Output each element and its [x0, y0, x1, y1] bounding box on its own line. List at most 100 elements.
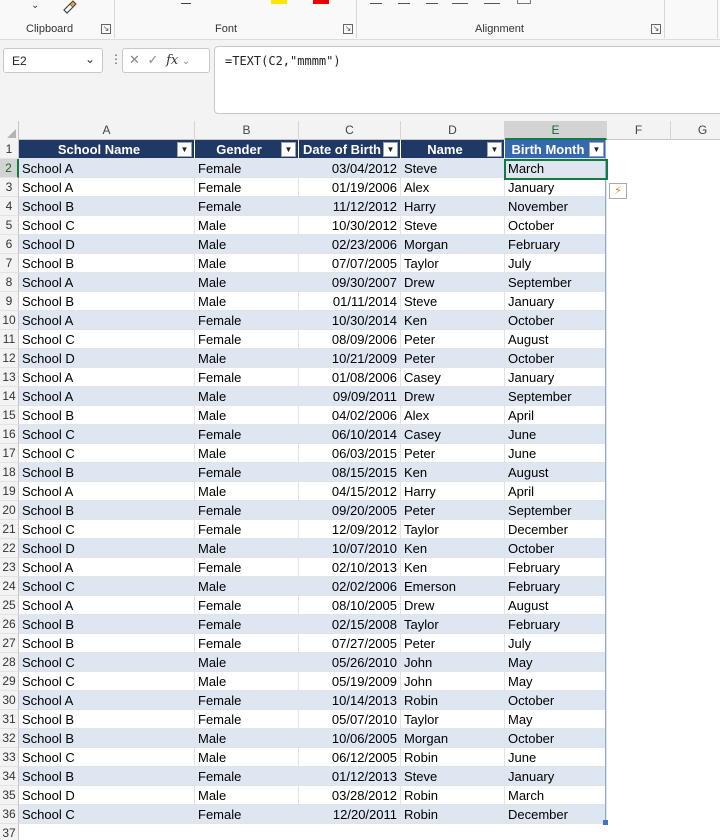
- table-cell[interactable]: 10/07/2010: [299, 539, 401, 558]
- table-cell[interactable]: 04/02/2006: [299, 406, 401, 425]
- table-cell[interactable]: Female: [195, 425, 299, 444]
- table-cell[interactable]: 07/27/2005: [299, 634, 401, 653]
- column-header-d[interactable]: D: [401, 121, 505, 140]
- row-header[interactable]: 10: [0, 311, 19, 330]
- table-cell[interactable]: October: [505, 539, 607, 558]
- table-cell[interactable]: School A: [19, 387, 195, 406]
- table-cell[interactable]: March: [505, 786, 607, 805]
- chevron-down-icon[interactable]: ⌄: [31, 0, 39, 11]
- table-cell[interactable]: 03/28/2012: [299, 786, 401, 805]
- table-cell[interactable]: School C: [19, 653, 195, 672]
- alignment-launcher-icon[interactable]: ↘: [651, 24, 661, 34]
- table-cell[interactable]: School A: [19, 558, 195, 577]
- row-header[interactable]: 37: [0, 824, 19, 840]
- table-cell[interactable]: 12/20/2011: [299, 805, 401, 824]
- column-header-f[interactable]: F: [607, 121, 671, 140]
- row-header[interactable]: 24: [0, 577, 19, 596]
- table-cell[interactable]: Steve: [401, 216, 505, 235]
- name-box[interactable]: E2 ⌄: [3, 48, 103, 73]
- font-color-icon[interactable]: [313, 0, 329, 4]
- table-cell[interactable]: Peter: [401, 330, 505, 349]
- table-cell[interactable]: Female: [195, 596, 299, 615]
- table-cell[interactable]: February: [505, 558, 607, 577]
- table-cell[interactable]: Female: [195, 311, 299, 330]
- column-header-a[interactable]: A: [19, 121, 195, 140]
- more-options-icon[interactable]: ⋮: [110, 52, 122, 66]
- table-cell[interactable]: October: [505, 349, 607, 368]
- table-cell[interactable]: Male: [195, 444, 299, 463]
- table-cell[interactable]: 09/30/2007: [299, 273, 401, 292]
- table-cell[interactable]: 05/26/2010: [299, 653, 401, 672]
- table-cell[interactable]: School C: [19, 425, 195, 444]
- table-cell[interactable]: June: [505, 748, 607, 767]
- table-cell[interactable]: Steve: [401, 292, 505, 311]
- table-cell[interactable]: 02/23/2006: [299, 235, 401, 254]
- table-cell[interactable]: School D: [19, 539, 195, 558]
- cancel-icon[interactable]: ✕: [129, 52, 140, 67]
- table-cell[interactable]: Drew: [401, 387, 505, 406]
- table-cell[interactable]: Morgan: [401, 235, 505, 254]
- row-header[interactable]: 9: [0, 292, 19, 311]
- table-cell[interactable]: 05/19/2009: [299, 672, 401, 691]
- table-cell[interactable]: School C: [19, 748, 195, 767]
- table-cell[interactable]: School C: [19, 444, 195, 463]
- table-cell[interactable]: August: [505, 463, 607, 482]
- table-cell[interactable]: Male: [195, 235, 299, 254]
- table-cell[interactable]: January: [505, 368, 607, 387]
- table-cell[interactable]: Male: [195, 786, 299, 805]
- table-cell[interactable]: School A: [19, 273, 195, 292]
- table-cell[interactable]: Steve: [401, 767, 505, 786]
- font-launcher-icon[interactable]: ↘: [343, 24, 353, 34]
- table-cell[interactable]: October: [505, 691, 607, 710]
- table-cell[interactable]: 01/19/2006: [299, 178, 401, 197]
- table-cell[interactable]: Drew: [401, 596, 505, 615]
- filter-dropdown-icon[interactable]: ▼: [487, 142, 502, 157]
- table-cell[interactable]: May: [505, 672, 607, 691]
- table-cell[interactable]: October: [505, 216, 607, 235]
- table-cell[interactable]: 09/09/2011: [299, 387, 401, 406]
- table-cell[interactable]: Male: [195, 748, 299, 767]
- table-cell[interactable]: School C: [19, 577, 195, 596]
- table-cell[interactable]: School B: [19, 292, 195, 311]
- row-header[interactable]: 31: [0, 710, 19, 729]
- row-header[interactable]: 15: [0, 406, 19, 425]
- table-cell[interactable]: June: [505, 425, 607, 444]
- row-header[interactable]: 22: [0, 539, 19, 558]
- row-header[interactable]: 13: [0, 368, 19, 387]
- table-cell[interactable]: Male: [195, 539, 299, 558]
- table-cell[interactable]: Female: [195, 520, 299, 539]
- table-cell[interactable]: Female: [195, 710, 299, 729]
- table-cell[interactable]: Peter: [401, 349, 505, 368]
- table-cell[interactable]: School A: [19, 596, 195, 615]
- chevron-down-icon[interactable]: ⌄: [85, 52, 95, 66]
- table-cell[interactable]: 08/15/2015: [299, 463, 401, 482]
- row-header[interactable]: 16: [0, 425, 19, 444]
- active-cell-selection[interactable]: [504, 159, 608, 180]
- table-cell[interactable]: Female: [195, 634, 299, 653]
- table-cell[interactable]: Taylor: [401, 520, 505, 539]
- table-cell[interactable]: School C: [19, 805, 195, 824]
- row-header[interactable]: 33: [0, 748, 19, 767]
- table-cell[interactable]: 10/14/2013: [299, 691, 401, 710]
- enter-icon[interactable]: ✓: [148, 52, 159, 67]
- table-cell[interactable]: Ken: [401, 558, 505, 577]
- select-all-button[interactable]: [0, 121, 19, 140]
- table-cell[interactable]: School A: [19, 178, 195, 197]
- table-cell[interactable]: August: [505, 596, 607, 615]
- row-header[interactable]: 3: [0, 178, 19, 197]
- table-cell[interactable]: Alex: [401, 178, 505, 197]
- quick-analysis-icon[interactable]: ⚡: [609, 183, 627, 199]
- table-cell[interactable]: School A: [19, 159, 195, 178]
- row-header[interactable]: 27: [0, 634, 19, 653]
- table-cell[interactable]: Female: [195, 805, 299, 824]
- row-header[interactable]: 18: [0, 463, 19, 482]
- table-cell[interactable]: Robin: [401, 748, 505, 767]
- row-header[interactable]: 14: [0, 387, 19, 406]
- row-header[interactable]: 36: [0, 805, 19, 824]
- table-cell[interactable]: September: [505, 501, 607, 520]
- row-header[interactable]: 25: [0, 596, 19, 615]
- row-header[interactable]: 6: [0, 235, 19, 254]
- underline-icon[interactable]: [181, 0, 191, 4]
- table-cell[interactable]: Steve: [401, 159, 505, 178]
- table-cell[interactable]: 06/12/2005: [299, 748, 401, 767]
